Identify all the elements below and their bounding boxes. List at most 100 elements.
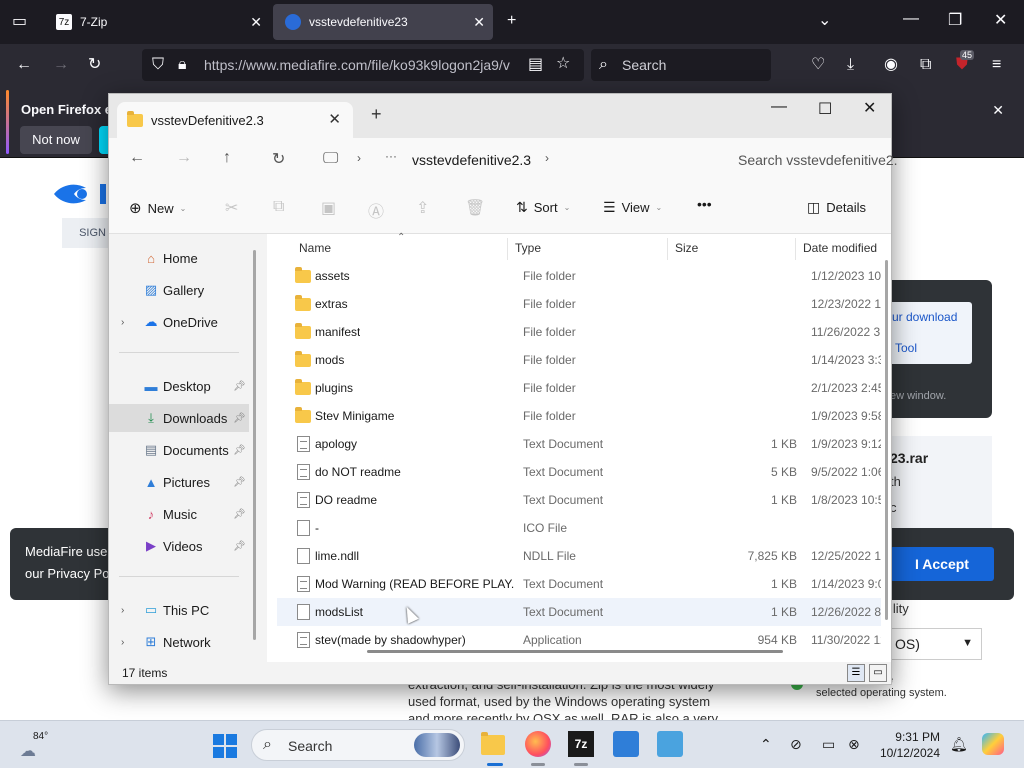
extensions-icon[interactable]: ⧉ [920, 56, 931, 74]
details-button[interactable]: ◫ Details [807, 199, 866, 216]
menu-icon[interactable]: ≡ [992, 56, 1001, 74]
table-row[interactable]: - ICO File [277, 514, 881, 542]
not-now-button[interactable]: Not now [20, 126, 92, 154]
path-bar[interactable]: 🖵 › ··· vsstevdefenitive2.3 › [299, 144, 719, 176]
nav-item-home[interactable]: ⌂ Home [109, 244, 249, 272]
up-icon[interactable]: ↑ [223, 149, 231, 167]
table-row[interactable]: manifest File folder 11/26/2022 3:2 [277, 318, 881, 346]
minimize-icon[interactable]: — [903, 10, 919, 28]
clock-time[interactable]: 9:31 PM [874, 730, 940, 744]
refresh-icon[interactable]: ↻ [272, 149, 285, 169]
notification-bell-icon[interactable]: 🔔︎ [950, 736, 968, 753]
table-row[interactable]: mods File folder 1/14/2023 3:38 [277, 346, 881, 374]
forward-icon[interactable]: → [53, 56, 69, 74]
lock-icon[interactable]: 🔒︎ [178, 56, 187, 74]
column-size[interactable]: Size [675, 241, 698, 255]
notepad-app-icon[interactable] [613, 731, 639, 757]
browser-tab-7zip[interactable]: 7z 7-Zip ✕ [44, 0, 270, 44]
downloads-icon[interactable]: ⤓ [847, 56, 854, 74]
tiles-view-icon[interactable]: ▭ [869, 664, 887, 682]
url-text[interactable]: https://www.mediafire.com/file/ko93k9log… [204, 57, 524, 73]
table-row[interactable]: assets File folder 1/12/2023 10:2 [277, 262, 881, 290]
close-icon[interactable]: ✕ [473, 14, 485, 31]
display-icon[interactable]: ▭ [822, 736, 835, 753]
close-icon[interactable]: ✕ [992, 102, 1004, 119]
table-row[interactable]: do NOT readme Text Document 5 KB 9/5/2022 1… [277, 458, 881, 486]
share-icon[interactable]: ⇪ [416, 198, 429, 218]
path-segment[interactable]: vsstevdefenitive2.3 [412, 152, 531, 168]
close-window-icon[interactable]: ✕ [994, 12, 1007, 30]
tool-link[interactable]: Tool [895, 341, 917, 355]
weather-widget[interactable]: ☁ 84° [18, 729, 48, 761]
table-row[interactable]: Stev Minigame File folder 1/9/2023 9:58 [277, 402, 881, 430]
bookmark-star-icon[interactable]: ☆ [556, 55, 570, 73]
windows-start-icon[interactable] [213, 734, 237, 758]
firefox-app-icon[interactable] [525, 731, 551, 757]
column-divider[interactable] [795, 238, 796, 260]
table-row[interactable]: DO readme Text Document 1 KB 1/8/2023 10:55 [277, 486, 881, 514]
copilot-icon[interactable] [982, 733, 1004, 755]
nav-item-videos[interactable]: ▶ Videos 📌︎ [109, 532, 249, 560]
forward-icon[interactable]: → [176, 149, 192, 167]
explorer-search-input[interactable]: Search vsstevdefenitive2. [724, 144, 898, 176]
taskbar-search[interactable]: ⌕ Search [251, 729, 465, 761]
search-bar[interactable]: ⌕ Search [591, 49, 771, 81]
accept-cookies-button[interactable]: I Accept [890, 547, 994, 581]
table-row[interactable]: Mod Warning (READ BEFORE PLAY... Text Doc… [277, 570, 881, 598]
delete-icon[interactable]: 🗑︎ [465, 198, 485, 218]
maximize-icon[interactable]: ☐ [818, 99, 832, 119]
nav-item-desktop[interactable]: ▬ Desktop 📌︎ [109, 372, 249, 400]
table-row[interactable]: extras File folder 12/23/2022 11 [277, 290, 881, 318]
column-divider[interactable] [667, 238, 668, 260]
close-window-icon[interactable]: ✕ [863, 98, 876, 118]
rename-icon[interactable]: Ⓐ [368, 198, 384, 222]
sort-button[interactable]: ⇅ Sort ⌄ [516, 199, 570, 216]
account-icon[interactable]: ◉ [884, 56, 898, 74]
clock-date[interactable]: 10/12/2024 [874, 746, 940, 760]
column-divider[interactable] [507, 238, 508, 260]
table-row[interactable]: lime.ndll NDLL File 7,825 KB 12/25/2022 10 [277, 542, 881, 570]
chevron-right-icon[interactable]: › [121, 605, 124, 616]
more-options-button[interactable]: ••• [697, 196, 712, 212]
details-view-icon[interactable]: ☰ [847, 664, 865, 682]
browser-tab-mediafire[interactable]: vsstevdefenitive23 ✕ [273, 4, 493, 40]
nav-item-pictures[interactable]: ▲ Pictures 📌︎ [109, 468, 249, 496]
table-row[interactable]: apology Text Document 1 KB 1/9/2023 9:12 [277, 430, 881, 458]
more-icon[interactable]: ··· [385, 149, 397, 163]
nav-item-onedrive[interactable]: › ☁ OneDrive [109, 308, 249, 336]
explorer-tab[interactable]: vsstevDefenitive2.3 ✕ [117, 102, 353, 138]
cut-icon[interactable]: ✂ [225, 198, 238, 218]
your-download-link[interactable]: ur download [892, 310, 957, 324]
tab-overview-icon[interactable]: ▭ [12, 13, 27, 31]
nav-item-documents[interactable]: ▤ Documents 📌︎ [109, 436, 249, 464]
minimize-icon[interactable]: — [771, 98, 787, 116]
chevron-right-icon[interactable]: › [121, 637, 124, 648]
reload-icon[interactable]: ↻ [88, 56, 101, 74]
close-icon[interactable]: ✕ [250, 14, 262, 31]
7zip-app-icon[interactable]: 7z [568, 731, 594, 757]
chevron-right-icon[interactable]: › [121, 317, 124, 328]
table-row[interactable]: modsList Text Document 1 KB 12/26/2022 8:4 [277, 598, 881, 626]
url-bar[interactable]: ⛉ 🔒︎ https://www.mediafire.com/file/ko93… [142, 49, 584, 81]
nav-item-network[interactable]: › ⊞ Network [109, 628, 249, 656]
column-type[interactable]: Type [515, 241, 541, 255]
sign-button[interactable]: SIGN [62, 218, 110, 248]
control-panel-app-icon[interactable] [657, 731, 683, 757]
column-name[interactable]: Name [299, 241, 331, 255]
table-row[interactable]: plugins File folder 2/1/2023 2:45 [277, 374, 881, 402]
copy-icon[interactable]: ⧉ [273, 198, 284, 216]
nav-item-gallery[interactable]: ▨ Gallery [109, 276, 249, 304]
reader-view-icon[interactable]: ▤ [528, 56, 543, 74]
view-button[interactable]: ☰ View ⌄ [603, 199, 662, 216]
file-explorer-app-icon[interactable] [481, 731, 507, 757]
close-icon[interactable]: ✕ [328, 110, 341, 128]
volume-mute-icon[interactable]: ⊗ [848, 736, 860, 753]
network-off-icon[interactable]: ⊘ [790, 736, 802, 753]
nav-item-this-pc[interactable]: › ▭ This PC [109, 596, 249, 624]
chevron-right-icon[interactable]: › [357, 151, 361, 165]
os-select[interactable]: OS) ▼ [884, 628, 982, 660]
back-icon[interactable]: ← [16, 56, 32, 74]
list-tabs-icon[interactable]: ⌄ [818, 12, 831, 30]
pocket-icon[interactable]: ♡ [811, 56, 825, 74]
horizontal-scrollbar[interactable] [367, 650, 783, 653]
